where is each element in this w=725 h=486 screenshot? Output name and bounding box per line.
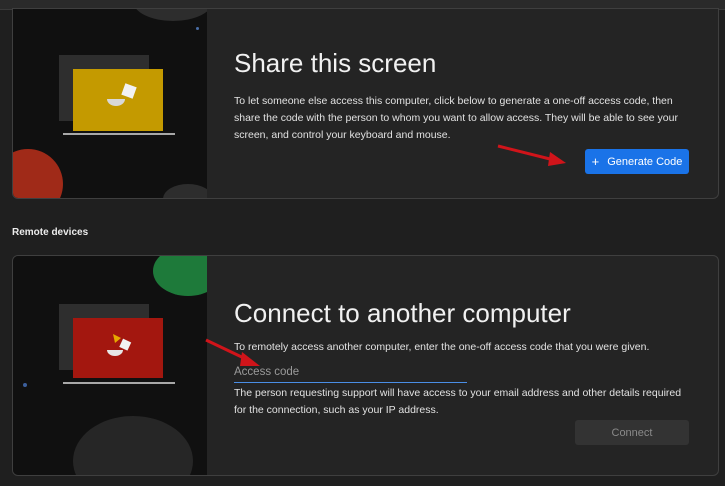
connect-illustration (13, 256, 207, 475)
share-illustration (13, 9, 207, 198)
connect-description: To remotely access another computer, ent… (234, 341, 650, 353)
annotation-arrow-icon (497, 144, 566, 166)
access-code-input[interactable] (234, 366, 467, 383)
connect-button[interactable]: Connect (575, 420, 689, 445)
share-screen-card: Share this screen To let someone else ac… (12, 8, 719, 199)
remote-devices-heading: Remote devices (12, 227, 89, 238)
laptop-red-icon (59, 304, 175, 384)
share-description: To let someone else access this computer… (234, 95, 678, 141)
annotation-arrow-icon (205, 338, 260, 366)
generate-code-button[interactable]: + Generate Code (585, 149, 689, 174)
connect-computer-card: Connect to another computer To remotely … (12, 255, 719, 476)
plus-icon: + (591, 154, 600, 169)
generate-code-label: Generate Code (607, 155, 683, 168)
connect-title: Connect to another computer (234, 298, 571, 328)
laptop-yellow-icon (59, 55, 175, 135)
connect-privacy-note: The person requesting support will have … (234, 387, 682, 416)
share-title: Share this screen (234, 48, 437, 78)
